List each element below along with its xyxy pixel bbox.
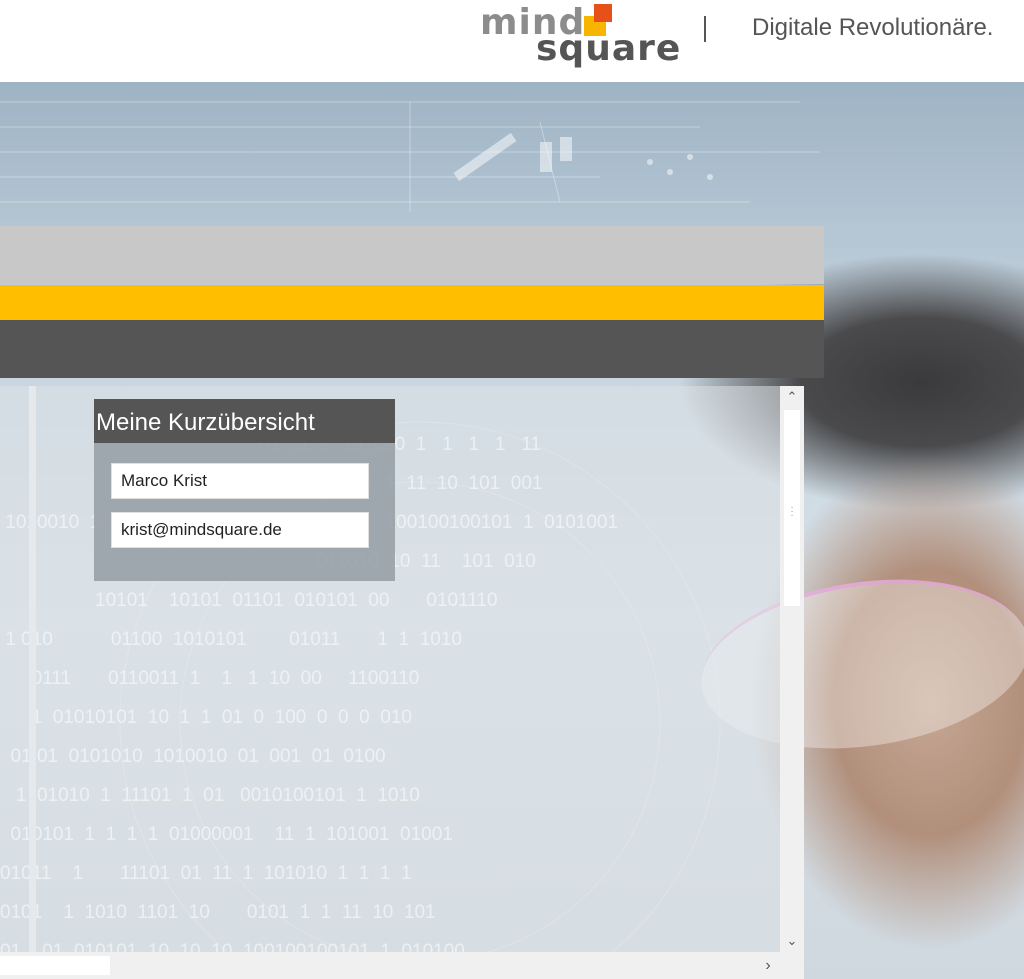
panel-divider xyxy=(29,386,36,952)
mindsquare-logo[interactable]: mind square xyxy=(480,2,680,72)
card-title: Meine Kurzübersicht xyxy=(94,399,395,443)
accent-bar xyxy=(0,285,824,320)
horizontal-scrollbar[interactable]: › xyxy=(0,952,780,979)
logo-square-icon xyxy=(584,4,616,36)
header-divider xyxy=(704,16,706,42)
site-header: mind square Digitale Revolutionäre. xyxy=(0,0,1024,82)
grip-icon: · · · xyxy=(790,502,794,521)
navigation-bar xyxy=(0,320,824,378)
name-field[interactable]: Marco Krist xyxy=(111,463,369,499)
horizontal-scroll-thumb[interactable] xyxy=(0,956,110,975)
scrollbar-corner xyxy=(780,952,804,979)
top-bar xyxy=(0,226,824,284)
overview-card: Meine Kurzübersicht Marco Krist krist@mi… xyxy=(94,399,395,581)
chevron-down-icon[interactable]: ⌄ xyxy=(780,930,804,952)
vertical-scrollbar[interactable]: ⌃ · · · ⌄ xyxy=(780,386,804,952)
chevron-up-icon[interactable]: ⌃ xyxy=(780,386,804,408)
email-field[interactable]: krist@mindsquare.de xyxy=(111,512,369,548)
chevron-right-icon[interactable]: › xyxy=(756,952,780,979)
tagline: Digitale Revolutionäre. xyxy=(752,14,994,41)
